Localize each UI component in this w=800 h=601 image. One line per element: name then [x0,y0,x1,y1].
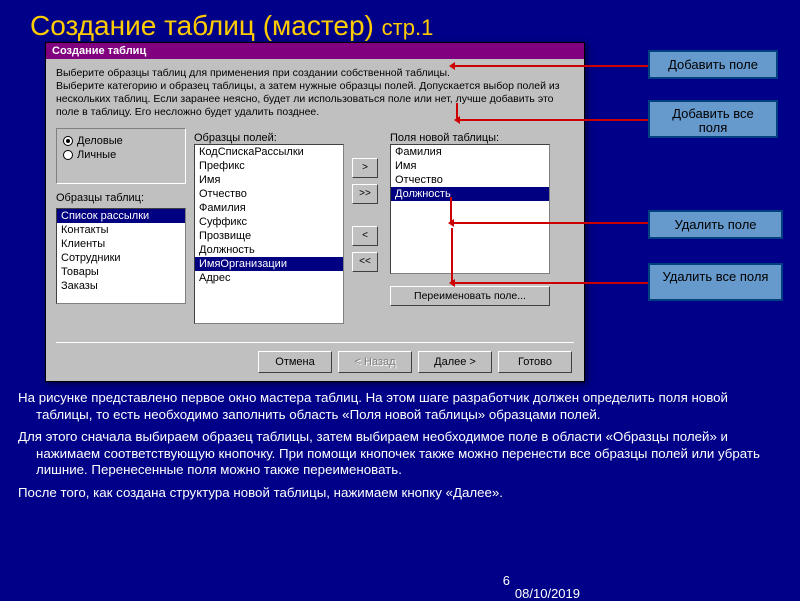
remove-all-fields-button[interactable]: << [352,252,378,272]
tables-label: Образцы таблиц: [56,192,186,204]
list-item[interactable]: Клиенты [57,237,185,251]
sample-tables-listbox[interactable]: Список рассылкиКонтактыКлиентыСотрудники… [56,208,186,304]
remove-field-button[interactable]: < [352,226,378,246]
separator [56,342,574,343]
cancel-button[interactable]: Отмена [258,351,332,373]
add-all-fields-button[interactable]: >> [352,184,378,204]
category-radio-group: Деловые Личные [56,128,186,184]
list-item[interactable]: Сотрудники [57,251,185,265]
paragraph-1: На рисунке представлено первое окно маст… [18,390,782,423]
paragraph-2: Для этого сначала выбираем образец табли… [18,429,782,479]
dialog-intro: Выберите образцы таблиц для применения п… [56,67,574,120]
callout-add-field: Добавить поле [648,50,778,79]
sample-fields-listbox[interactable]: КодСпискаРассылкиПрефиксИмяОтчествоФамил… [194,144,344,324]
newfields-label: Поля новой таблицы: [390,132,550,144]
list-item[interactable]: Отчество [391,173,549,187]
arrow-segment [456,103,458,121]
next-button[interactable]: Далее > [418,351,492,373]
radio-business-label: Деловые [77,135,123,147]
table-wizard-dialog: Создание таблиц Выберите образцы таблиц … [45,42,585,382]
slide-body-text: На рисунке представлено первое окно маст… [18,390,782,508]
arrow-icon [451,65,648,67]
title-sub: стр.1 [382,15,434,40]
radio-dot-icon [63,150,73,160]
arrow-icon [450,222,648,224]
list-item[interactable]: КодСпискаРассылки [195,145,343,159]
list-item[interactable]: Имя [391,159,549,173]
rename-field-button[interactable]: Переименовать поле... [390,286,550,306]
list-item[interactable]: Заказы [57,279,185,293]
list-item[interactable]: Список рассылки [57,209,185,223]
list-item[interactable]: Имя [195,173,343,187]
title-main: Создание таблиц (мастер) [30,10,374,41]
arrow-icon [456,119,648,121]
list-item[interactable]: Фамилия [195,201,343,215]
fields-label: Образцы полей: [194,132,344,144]
list-item[interactable]: Адрес [195,271,343,285]
finish-button[interactable]: Готово [498,351,572,373]
new-table-fields-listbox[interactable]: ФамилияИмяОтчествоДолжность [390,144,550,274]
radio-personal[interactable]: Личные [63,149,179,161]
callout-remove-all-fields: Удалить все поля [648,263,783,301]
list-item[interactable]: Контакты [57,223,185,237]
arrow-segment [451,228,453,284]
radio-dot-icon [63,136,73,146]
callout-remove-field: Удалить поле [648,210,783,239]
back-button[interactable]: < Назад [338,351,412,373]
slide-date: 08/10/2019 [515,586,580,601]
dialog-titlebar: Создание таблиц [46,43,584,59]
list-item[interactable]: Префикс [195,159,343,173]
radio-business[interactable]: Деловые [63,135,179,147]
list-item[interactable]: Суффикс [195,215,343,229]
slide-number: 6 [503,573,510,588]
list-item[interactable]: Отчество [195,187,343,201]
paragraph-3: После того, как создана структура новой … [18,485,782,502]
callout-add-all-fields: Добавить все поля [648,100,778,138]
list-item[interactable]: Должность [195,243,343,257]
arrow-segment [450,197,452,224]
radio-personal-label: Личные [77,149,116,161]
list-item[interactable]: Товары [57,265,185,279]
list-item[interactable]: Фамилия [391,145,549,159]
slide-title: Создание таблиц (мастер) стр.1 [0,0,800,47]
arrow-icon [451,282,648,284]
add-field-button[interactable]: > [352,158,378,178]
list-item[interactable]: ИмяОрганизации [195,257,343,271]
list-item[interactable]: Прозвище [195,229,343,243]
list-item[interactable]: Должность [391,187,549,201]
